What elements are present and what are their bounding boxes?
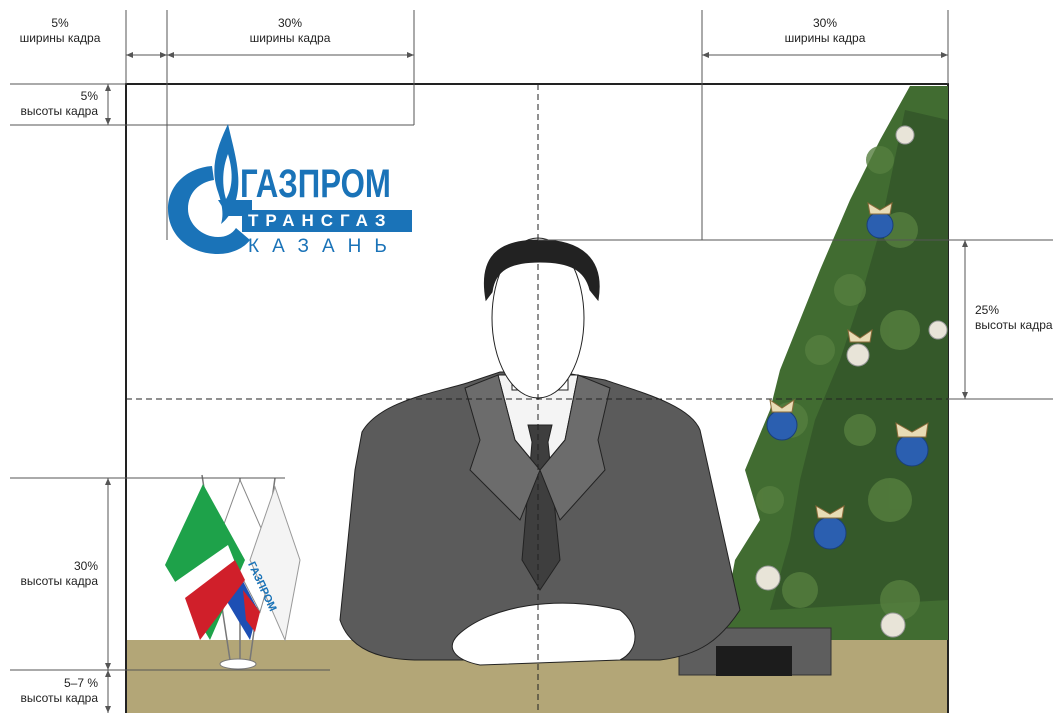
label-table-height: 5–7 % высоты кадра bbox=[0, 676, 98, 706]
label-head-height: 25% высоты кадра bbox=[975, 303, 1053, 333]
logo-line-1: ГАЗПРОМ bbox=[240, 162, 391, 206]
christmas-tree bbox=[720, 86, 948, 640]
label-unit: высоты кадра bbox=[20, 691, 98, 705]
label-value: 5% bbox=[80, 89, 98, 103]
gazprom-transgaz-kazan-logo: ГАЗПРОМ ТРАНСГАЗ КАЗАНЬ bbox=[166, 124, 416, 264]
flag-stand bbox=[219, 658, 257, 670]
frame-diagram bbox=[10, 10, 1053, 713]
label-flags-height: 30% высоты кадра bbox=[0, 559, 98, 589]
label-tree-width: 30% ширины кадра bbox=[750, 16, 900, 46]
logo-line-3: КАЗАНЬ bbox=[248, 236, 400, 257]
label-unit: ширины кадра bbox=[784, 31, 866, 45]
label-value: 5% bbox=[51, 16, 69, 30]
label-value: 30% bbox=[812, 16, 838, 30]
label-unit: ширины кадра bbox=[249, 31, 331, 45]
label-logo-width: 30% ширины кадра bbox=[215, 16, 365, 46]
label-left-margin-width: 5% ширины кадра bbox=[5, 16, 115, 46]
desk-flags bbox=[165, 474, 301, 670]
label-unit: высоты кадра bbox=[20, 574, 98, 588]
label-unit: высоты кадра bbox=[20, 104, 98, 118]
label-value: 5–7 % bbox=[63, 676, 98, 690]
label-value: 30% bbox=[277, 16, 303, 30]
label-value: 25% bbox=[975, 303, 1000, 317]
person-figure bbox=[339, 237, 741, 666]
label-value: 30% bbox=[73, 559, 98, 573]
label-unit: ширины кадра bbox=[19, 31, 101, 45]
label-top-margin-height: 5% высоты кадра bbox=[0, 89, 98, 119]
label-unit: высоты кадра bbox=[975, 318, 1053, 332]
logo-line-2: ТРАНСГАЗ bbox=[248, 211, 393, 230]
